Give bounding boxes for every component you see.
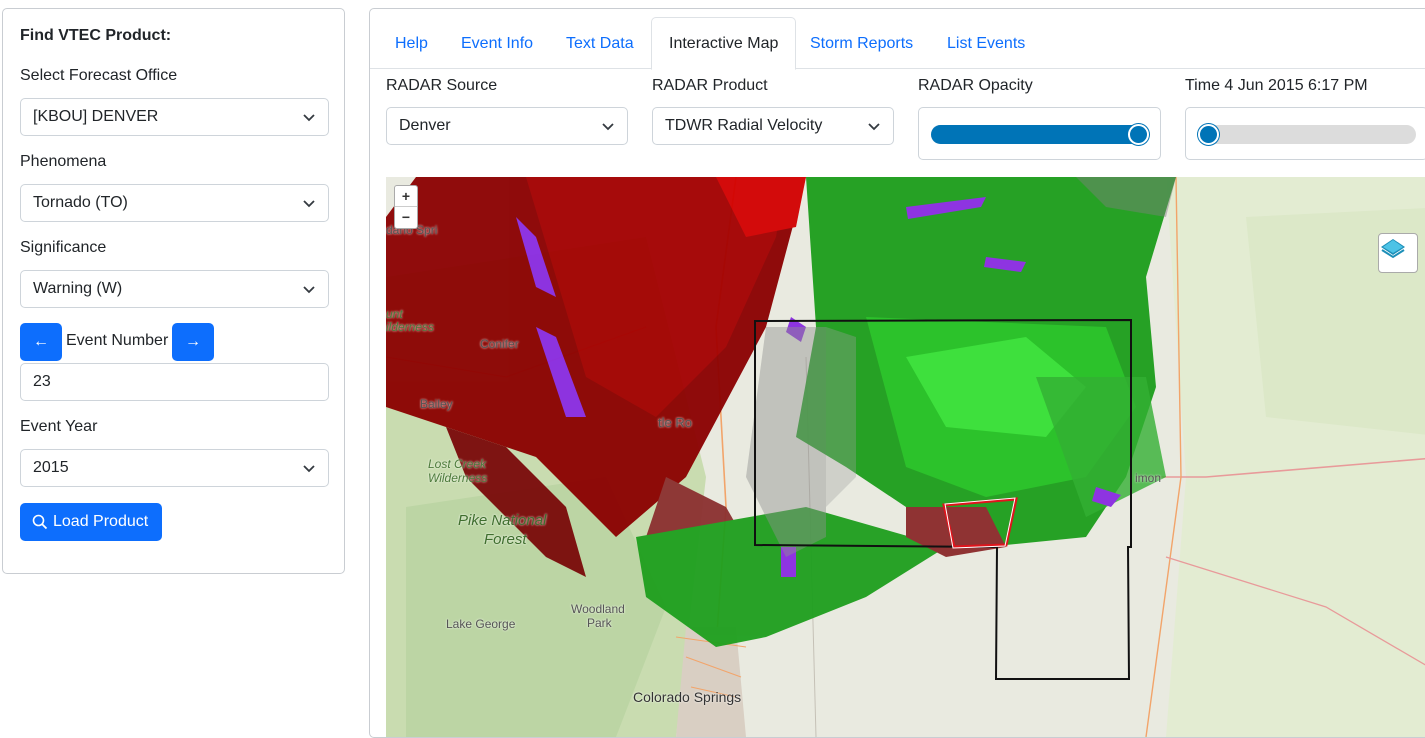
significance-select[interactable]: Warning (W) <box>20 270 329 308</box>
event-number-input[interactable]: 23 <box>20 363 329 401</box>
place-label: Bailey <box>420 397 453 411</box>
tab-bar: Help Event Info Text Data Interactive Ma… <box>370 17 1425 70</box>
arrow-right-icon: → <box>185 333 201 350</box>
zoom-in-button[interactable]: + <box>395 186 417 207</box>
place-label: Pike National <box>458 512 547 529</box>
place-label: tle Ro <box>658 415 692 430</box>
place-label: Conifer <box>480 337 519 351</box>
year-label: Event Year <box>20 418 98 435</box>
year-select-value: 2015 <box>33 459 69 476</box>
radar-source-select[interactable]: Denver <box>386 107 628 145</box>
year-select[interactable]: 2015 <box>20 449 329 487</box>
office-select-value: [KBOU] DENVER <box>33 108 159 125</box>
radar-source-value: Denver <box>399 117 451 134</box>
chevron-down-icon <box>303 200 315 208</box>
load-product-label: Load Product <box>53 513 149 530</box>
chevron-down-icon <box>303 114 315 122</box>
load-product-button[interactable]: Load Product <box>20 503 162 541</box>
office-select[interactable]: [KBOU] DENVER <box>20 98 329 136</box>
radar-product-select[interactable]: TDWR Radial Velocity <box>652 107 894 145</box>
layer-switcher-button[interactable] <box>1378 233 1418 273</box>
radar-map[interactable]: daho Spri Conifer Bailey Lost Creek Wild… <box>386 177 1425 737</box>
vtec-search-panel: Find VTEC Product: Select Forecast Offic… <box>2 8 345 574</box>
place-label: Park <box>587 616 612 630</box>
radar-opacity-slider[interactable] <box>918 107 1161 160</box>
search-icon <box>32 514 48 530</box>
tab-interactive-map[interactable]: Interactive Map <box>651 17 797 70</box>
place-label: Forest <box>484 531 527 548</box>
place-label: Colorado Springs <box>633 689 742 705</box>
tab-list-events[interactable]: List Events <box>930 17 1042 69</box>
phenomena-select[interactable]: Tornado (TO) <box>20 184 329 222</box>
significance-select-value: Warning (W) <box>33 280 123 297</box>
tab-storm-reports[interactable]: Storm Reports <box>793 17 930 69</box>
significance-label: Significance <box>20 239 107 256</box>
arrow-left-icon: ← <box>33 333 49 350</box>
office-label: Select Forecast Office <box>20 67 178 84</box>
place-label: imon <box>1135 471 1162 485</box>
radar-product-value: TDWR Radial Velocity <box>665 117 823 134</box>
radar-opacity-label: RADAR Opacity <box>918 77 1033 94</box>
place-label: Lost Creek <box>428 457 487 471</box>
chevron-down-icon <box>602 123 614 131</box>
phenomena-label: Phenomena <box>20 153 107 170</box>
radar-product-label: RADAR Product <box>652 77 768 94</box>
layers-icon <box>1381 239 1405 259</box>
map-canvas <box>386 177 1425 737</box>
tab-text-data[interactable]: Text Data <box>549 17 651 69</box>
chevron-down-icon <box>303 286 315 294</box>
prev-event-button[interactable]: ← <box>20 323 62 361</box>
place-label: Lake George <box>446 617 516 631</box>
place-label: Wilderness <box>428 471 488 485</box>
radar-source-label: RADAR Source <box>386 77 498 94</box>
zoom-control: + − <box>394 185 418 229</box>
time-slider[interactable] <box>1185 107 1425 160</box>
opacity-handle[interactable] <box>1128 124 1149 145</box>
opacity-fill <box>931 125 1149 144</box>
phenomena-select-value: Tornado (TO) <box>33 194 128 211</box>
next-event-button[interactable]: → <box>172 323 214 361</box>
product-viewer-panel: Help Event Info Text Data Interactive Ma… <box>369 8 1425 738</box>
opacity-track <box>931 124 1149 145</box>
chevron-down-icon <box>868 123 880 131</box>
place-label: unt <box>386 307 403 321</box>
time-track <box>1198 124 1416 145</box>
event-number-label: Event Number <box>66 332 169 349</box>
time-label: Time 4 Jun 2015 6:17 PM <box>1185 77 1368 94</box>
place-label: Woodland <box>571 602 625 616</box>
tab-help[interactable]: Help <box>378 17 445 69</box>
zoom-out-button[interactable]: − <box>395 207 417 228</box>
tab-event-info[interactable]: Event Info <box>444 17 550 69</box>
time-handle[interactable] <box>1198 124 1219 145</box>
place-label: ilderness <box>386 320 435 334</box>
panel-heading: Find VTEC Product: <box>20 27 172 44</box>
chevron-down-icon <box>303 465 315 473</box>
